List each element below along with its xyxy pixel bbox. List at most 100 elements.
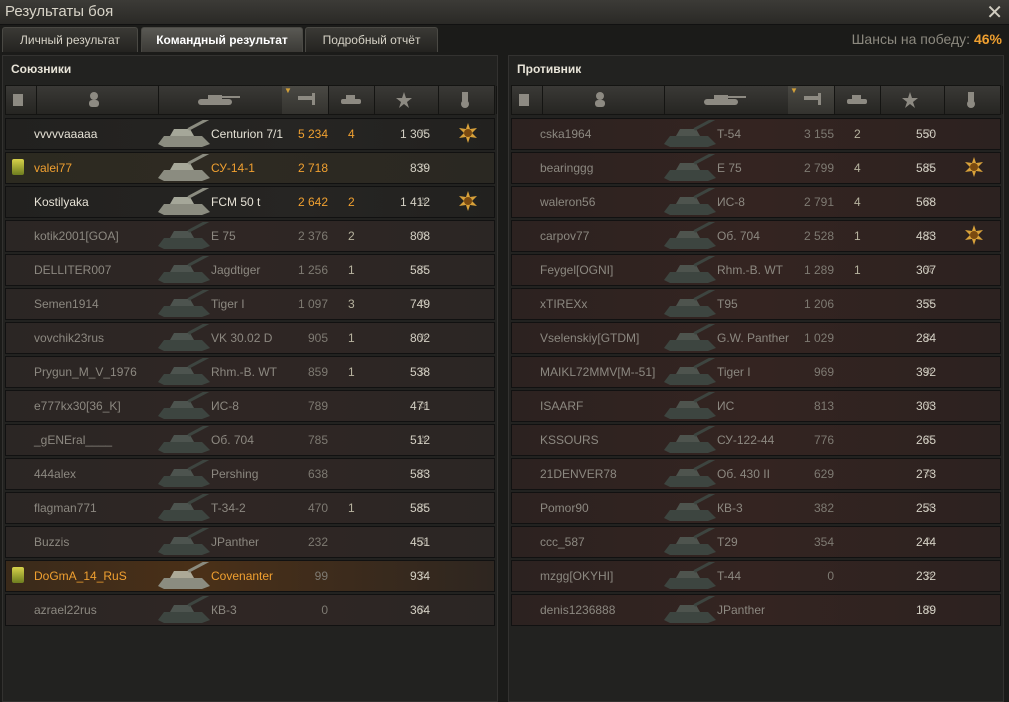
player-row[interactable]: valei77 СУ-14-1 2 718 839 ☆ (5, 152, 495, 184)
star-icon: ☆ (924, 162, 934, 174)
tank-silhouette-icon (664, 154, 717, 181)
player-name: flagman771 (34, 501, 97, 515)
tab-personal-result[interactable]: Личный результат (2, 27, 138, 52)
allies-title: Союзники (11, 62, 72, 76)
star-icon: ☆ (924, 332, 934, 344)
player-name: Vselenskiy[GTDM] (540, 331, 640, 345)
medal-header-column[interactable] (944, 86, 1003, 114)
tank-silhouette-icon (664, 120, 717, 147)
player-row[interactable]: e777kx30[36_K] ИС-8 789 471 ☆ (5, 390, 495, 422)
damage-value: 629 (813, 467, 834, 481)
player-name: waleron56 (540, 195, 596, 209)
damage-value: 232 (307, 535, 328, 549)
tank-name: КВ-3 (211, 603, 237, 617)
star-icon: ☆ (924, 196, 934, 208)
medal-icon (965, 157, 983, 177)
frags-header-column[interactable] (834, 86, 881, 114)
player-row[interactable]: xTIREXx T95 1 206 355 ☆ (511, 288, 1001, 320)
tank-header-icon (704, 95, 746, 105)
damage-value: 0 (827, 569, 834, 583)
star-icon: ☆ (924, 298, 934, 310)
damage-value: 5 234 (297, 127, 328, 141)
tank-silhouette-icon (664, 562, 717, 589)
tank-header-column[interactable] (664, 86, 789, 114)
medal-header-column[interactable] (438, 86, 497, 114)
damage-header-icon (804, 93, 821, 105)
tank-name: T29 (717, 535, 738, 549)
player-row[interactable]: KSSOURS СУ-122-44 776 265 ☆ (511, 424, 1001, 456)
vehicle-type-header-icon (13, 94, 23, 106)
star-icon: ☆ (924, 570, 934, 582)
tank-silhouette-icon (158, 392, 211, 419)
vehicle-type-header-column[interactable] (512, 86, 543, 114)
close-icon[interactable]: ✕ (986, 0, 1003, 25)
player-header-column[interactable] (542, 86, 665, 114)
player-row[interactable]: mzgg[OKYHI] T-44 0 232 ☆ (511, 560, 1001, 592)
damage-value: 905 (307, 331, 328, 345)
star-icon: ☆ (418, 298, 428, 310)
damage-header-column[interactable]: ▼ (788, 86, 835, 114)
player-row[interactable]: bearinggg E 75 2 799 4 585 ☆ (511, 152, 1001, 184)
tank-name: Об. 704 (211, 433, 254, 447)
frags-header-column[interactable] (328, 86, 375, 114)
player-row[interactable]: kotik2001[GOA] E 75 2 376 2 808 ☆ (5, 220, 495, 252)
player-row[interactable]: denis1236888 JPanther 189 ☆ (511, 594, 1001, 626)
damage-value: 1 206 (803, 297, 834, 311)
star-icon: ☆ (418, 162, 428, 174)
damage-header-column[interactable]: ▼ (282, 86, 329, 114)
star-icon: ☆ (924, 604, 934, 616)
frags-value: 1 (854, 263, 861, 277)
player-row[interactable]: cska1964 T-54 3 155 2 550 ☆ (511, 118, 1001, 150)
player-row[interactable]: vovchik23rus VK 30.02 D 905 1 802 ☆ (5, 322, 495, 354)
player-row[interactable]: Pomor90 КВ-3 382 253 ☆ (511, 492, 1001, 524)
player-name: azrael22rus (34, 603, 97, 617)
enemies-title: Противник (517, 62, 582, 76)
tank-header-column[interactable] (158, 86, 283, 114)
tab-detailed-report[interactable]: Подробный отчёт (305, 27, 438, 52)
player-row[interactable]: Vselenskiy[GTDM] G.W. Panther 1 029 284 ☆ (511, 322, 1001, 354)
damage-value: 2 642 (297, 195, 328, 209)
xp-header-column[interactable] (880, 86, 945, 114)
tank-silhouette-icon (158, 324, 211, 351)
player-row[interactable]: _gENEral____ Об. 704 785 512 ☆ (5, 424, 495, 456)
player-row[interactable]: Semen1914 Tiger I1 097 3 749 ☆ (5, 288, 495, 320)
player-name: KSSOURS (540, 433, 599, 447)
player-row[interactable]: Prygun_M_V_1976 Rhm.-B. WT 859 1 538 ☆ (5, 356, 495, 388)
tank-name: VK 30.02 D (211, 331, 273, 345)
star-icon: ☆ (418, 128, 428, 140)
damage-value: 99 (314, 569, 328, 583)
tank-name: T-44 (717, 569, 742, 583)
enemies-column-header: ▼ (511, 85, 1003, 115)
player-row[interactable]: DoGmA_14_RuS Covenanter 99 934 ☆ (5, 560, 495, 592)
player-row[interactable]: ccc_587 T29 354 244 ☆ (511, 526, 1001, 558)
player-row[interactable]: azrael22rus КВ-3 0 364 ☆ (5, 594, 495, 626)
damage-value: 969 (813, 365, 834, 379)
star-icon: ☆ (418, 230, 428, 242)
player-row[interactable]: MAIKL72MMV[M--51] Tiger I 969 392 ☆ (511, 356, 1001, 388)
frags-value: 1 (348, 331, 355, 345)
player-row[interactable]: vvvvvaaaaa Centurion 7/1 5 234 4 1 305 ☆ (5, 118, 495, 150)
frags-header-icon (847, 95, 867, 104)
tank-silhouette-icon (158, 596, 211, 623)
xp-header-column[interactable] (374, 86, 439, 114)
player-row[interactable]: Feygel[OGNI] Rhm.-B. WT 1 289 1 307 ☆ (511, 254, 1001, 286)
vehicle-type-header-column[interactable] (6, 86, 37, 114)
player-row[interactable]: waleron56 ИС-8 2 791 4 568 ☆ (511, 186, 1001, 218)
player-row[interactable]: flagman771 T-34-2 470 1 585 ☆ (5, 492, 495, 524)
tab-team-result[interactable]: Командный результат (141, 27, 303, 52)
player-row[interactable]: ISAARF ИС 813 303 ☆ (511, 390, 1001, 422)
frags-value: 2 (348, 229, 355, 243)
player-row[interactable]: carpov77 Об. 704 2 528 1 483 ☆ (511, 220, 1001, 252)
player-row[interactable]: Kostilyaka FCM 50 t2 642 2 1 412 ☆ (5, 186, 495, 218)
frags-value: 4 (854, 195, 861, 209)
player-row[interactable]: 21DENVER78 Об. 430 II 629 273 ☆ (511, 458, 1001, 490)
player-row[interactable]: 444alex Pershing 638 583 ☆ (5, 458, 495, 490)
tank-name: КВ-3 (717, 501, 743, 515)
player-row[interactable]: DELLITER007 Jagdtiger 1 256 1 585 ☆ (5, 254, 495, 286)
player-row[interactable]: Buzzis JPanther 232 451 ☆ (5, 526, 495, 558)
tank-name: СУ-14-1 (211, 161, 255, 175)
star-icon: ☆ (418, 400, 428, 412)
tank-name: Pershing (211, 467, 259, 481)
damage-value: 0 (321, 603, 328, 617)
player-header-column[interactable] (36, 86, 159, 114)
